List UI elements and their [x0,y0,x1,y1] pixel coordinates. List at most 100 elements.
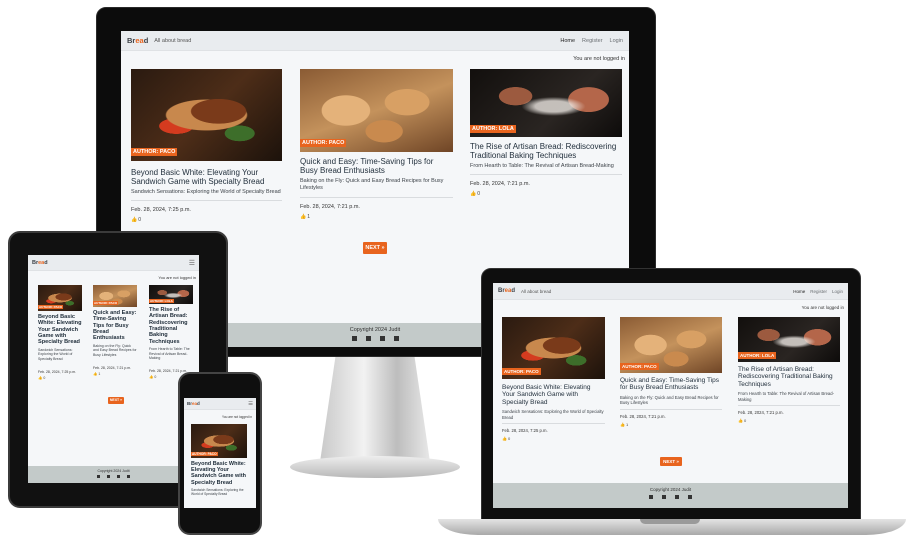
monitor-stand [320,357,430,462]
post-title[interactable]: Quick and Easy: Time-Saving Tips for Bus… [93,310,137,342]
next-page-button[interactable]: NEXT » [660,457,682,466]
post-image[interactable]: AUTHOR: PACO [502,317,605,379]
like-count[interactable]: 👍 0 [502,436,605,441]
post-image[interactable]: AUTHOR: PACO [191,424,247,458]
navbar: Bread All about bread Home Register Logi… [121,31,629,51]
post-title[interactable]: Beyond Basic White: Elevating Your Sandw… [38,314,82,346]
post-title[interactable]: Quick and Easy: Time-Saving Tips for Bus… [620,377,722,392]
thumbs-up-icon: 👍 [300,213,307,220]
post-image[interactable]: AUTHOR: PACO [620,317,722,373]
post-title[interactable]: The Rise of Artisan Bread: Rediscovering… [470,142,622,160]
post-date: Feb. 28, 2024, 7:21 p.m. [300,203,360,210]
linkedin-icon[interactable] [688,495,692,499]
hamburger-menu-icon[interactable]: ☰ [248,401,253,407]
post-card[interactable]: AUTHOR: LOLA The Rise of Artisan Bread: … [149,285,193,379]
like-count[interactable]: 👍 0 [131,217,282,223]
post-excerpt: Sandwich Sensations: Exploring the World… [38,347,73,361]
nav-home-link[interactable]: Home [793,289,805,294]
author-badge: AUTHOR: PACO [93,301,119,305]
post-card[interactable]: AUTHOR: PACO Beyond Basic White: Elevati… [131,69,282,223]
post-title[interactable]: Quick and Easy: Time-Saving Tips for Bus… [300,157,453,175]
author-badge: AUTHOR: LOLA [470,125,516,133]
brand-logo[interactable]: Bread [187,401,200,406]
author-badge: AUTHOR: PACO [300,139,347,147]
thumbs-up-icon: 👍 [470,191,477,198]
post-title[interactable]: Beyond Basic White: Elevating Your Sandw… [191,461,247,486]
like-count[interactable]: 👍 1 [620,422,722,427]
login-status: You are not logged in [158,275,196,280]
divider [470,174,622,176]
navbar: Bread ☰ [184,398,256,410]
post-excerpt: Sandwich Sensations: Exploring the World… [502,409,604,420]
thumbs-up-icon: 👍 [38,375,43,380]
youtube-icon[interactable] [117,475,120,478]
post-date: Feb. 28, 2024, 7:21 p.m. [738,410,784,416]
instagram-icon[interactable] [365,336,371,341]
linkedin-icon[interactable] [393,336,399,341]
brand-logo[interactable]: Bread [127,36,148,45]
nav-register-link[interactable]: Register [810,289,827,294]
youtube-icon[interactable] [675,495,679,499]
post-image[interactable]: AUTHOR: PACO [93,285,137,307]
hamburger-menu-icon[interactable]: ☰ [189,259,195,267]
author-badge: AUTHOR: PACO [502,368,541,375]
post-image[interactable]: AUTHOR: PACO [131,69,282,161]
facebook-icon[interactable] [649,495,653,499]
thumbs-up-icon: 👍 [93,371,98,376]
post-title[interactable]: The Rise of Artisan Bread: Rediscovering… [149,307,193,345]
laptop-notch [640,519,700,524]
nav-login-link[interactable]: Login [832,289,843,294]
instagram-icon[interactable] [107,475,110,478]
brand-tagline: All about bread [154,37,192,44]
post-image[interactable]: AUTHOR: LOLA [470,69,622,137]
post-image[interactable]: AUTHOR: LOLA [149,285,193,304]
nav-login-link[interactable]: Login [610,38,623,44]
author-badge: AUTHOR: LOLA [738,352,777,359]
post-excerpt: From Hearth to Table: The Revival of Art… [470,163,614,170]
post-card[interactable]: AUTHOR: PACO Quick and Easy: Time-Saving… [300,69,453,220]
author-badge: AUTHOR: PACO [620,363,659,370]
divider [620,409,722,411]
instagram-icon[interactable] [662,495,666,499]
thumbs-up-icon: 👍 [502,436,507,442]
divider [131,200,282,202]
footer: Copyright 2024 Judit [493,483,848,508]
post-image[interactable]: AUTHOR: PACO [38,285,82,311]
post-card[interactable]: AUTHOR: LOLA The Rise of Artisan Bread: … [738,317,840,423]
post-image[interactable]: AUTHOR: PACO [300,69,453,152]
like-count[interactable]: 👍 0 [470,191,622,197]
brand-logo[interactable]: Bread [498,288,515,294]
post-card[interactable]: AUTHOR: LOLA The Rise of Artisan Bread: … [470,69,622,197]
divider [502,423,605,425]
next-page-button[interactable]: NEXT » [363,242,387,254]
facebook-icon[interactable] [351,336,357,341]
like-count[interactable]: 👍 1 [300,214,453,220]
post-title[interactable]: The Rise of Artisan Bread: Rediscovering… [738,366,840,388]
next-page-button[interactable]: NEXT » [108,397,124,404]
brand-logo[interactable]: Bread [32,260,48,266]
post-date: Feb. 28, 2024, 7:21 p.m. [620,414,666,420]
post-card[interactable]: AUTHOR: PACO Beyond Basic White: Elevati… [38,285,82,380]
post-image[interactable]: AUTHOR: LOLA [738,317,840,362]
nav-home-link[interactable]: Home [560,38,575,44]
post-card[interactable]: AUTHOR: PACO Beyond Basic White: Elevati… [502,317,605,441]
like-count[interactable]: 👍 0 [738,418,840,423]
facebook-icon[interactable] [97,475,100,478]
nav-register-link[interactable]: Register [582,38,602,44]
post-card[interactable]: AUTHOR: PACO Quick and Easy: Time-Saving… [93,285,137,376]
like-count[interactable]: 👍 0 [38,376,82,380]
post-card[interactable]: AUTHOR: PACO Quick and Easy: Time-Saving… [620,317,722,427]
phone-screen: Bread ☰ You are not logged in AUTHOR: PA… [184,398,256,508]
post-title[interactable]: Beyond Basic White: Elevating Your Sandw… [131,168,282,186]
linkedin-icon[interactable] [127,475,130,478]
login-status: You are not logged in [801,305,844,310]
post-card[interactable]: AUTHOR: PACO Beyond Basic White: Elevati… [191,424,247,497]
like-count[interactable]: 👍 1 [93,372,137,376]
thumbs-up-icon: 👍 [738,418,743,424]
login-status: You are not logged in [221,415,252,419]
post-title[interactable]: Beyond Basic White: Elevating Your Sandw… [502,384,605,406]
thumbs-up-icon: 👍 [620,422,625,428]
post-excerpt: From Hearth to Table: The Revival of Art… [149,346,190,361]
post-excerpt: Sandwich Sensations: Exploring the World… [191,487,244,497]
youtube-icon[interactable] [379,336,385,341]
